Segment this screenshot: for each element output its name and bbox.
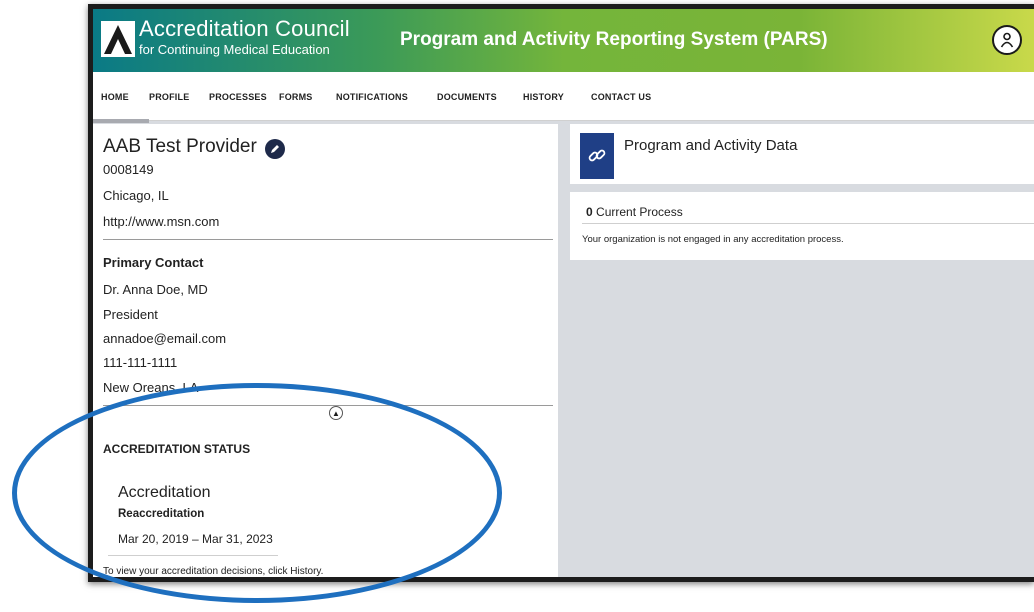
nav-contact-us[interactable]: CONTACT US bbox=[591, 92, 651, 102]
user-menu-button[interactable] bbox=[992, 25, 1022, 55]
org-subtitle: for Continuing Medical Education bbox=[139, 42, 330, 57]
accme-logo-icon bbox=[101, 21, 135, 57]
nav-home[interactable]: HOME bbox=[101, 92, 129, 102]
app-window: Accreditation Council for Continuing Med… bbox=[93, 9, 1034, 577]
nav-profile[interactable]: PROFILE bbox=[149, 92, 189, 102]
process-count: 0 bbox=[586, 205, 593, 219]
process-label-text: Current Process bbox=[596, 205, 683, 219]
history-note: To view your accreditation decisions, cl… bbox=[103, 566, 324, 577]
nav-history[interactable]: HISTORY bbox=[523, 92, 564, 102]
divider bbox=[108, 555, 278, 556]
contact-name: Dr. Anna Doe, MD bbox=[103, 282, 208, 297]
nav-documents[interactable]: DOCUMENTS bbox=[437, 92, 497, 102]
program-activity-title: Program and Activity Data bbox=[624, 137, 798, 154]
current-process-label: 0 Current Process bbox=[586, 205, 683, 219]
nav-forms[interactable]: FORMS bbox=[279, 92, 313, 102]
user-icon bbox=[1000, 32, 1014, 48]
provider-name: AAB Test Provider bbox=[103, 136, 257, 157]
program-activity-card: Program and Activity Data bbox=[570, 124, 1034, 184]
accreditation-status-heading: ACCREDITATION STATUS bbox=[103, 442, 251, 456]
pencil-icon bbox=[271, 145, 279, 153]
app-header: Accreditation Council for Continuing Med… bbox=[93, 9, 1034, 72]
contact-phone: 111-111-1111 bbox=[103, 355, 178, 370]
org-name: Accreditation Council bbox=[139, 16, 350, 41]
contact-email[interactable]: annadoe@email.com bbox=[103, 331, 226, 346]
nav-notifications[interactable]: NOTIFICATIONS bbox=[336, 92, 408, 102]
edit-provider-button[interactable] bbox=[265, 139, 285, 159]
accreditation-subtype: Reaccreditation bbox=[118, 508, 205, 520]
primary-contact-heading: Primary Contact bbox=[103, 255, 204, 270]
divider bbox=[103, 239, 553, 240]
provider-panel: AAB Test Provider 0008149 Chicago, IL ht… bbox=[93, 124, 558, 577]
divider bbox=[103, 405, 553, 406]
provider-id: 0008149 bbox=[103, 162, 154, 177]
screenshot-frame: Accreditation Council for Continuing Med… bbox=[88, 4, 1034, 582]
nav-processes[interactable]: PROCESSES bbox=[209, 92, 267, 102]
accreditation-type: Accreditation bbox=[118, 484, 211, 501]
provider-website[interactable]: http://www.msn.com bbox=[103, 214, 219, 229]
process-message: Your organization is not engaged in any … bbox=[582, 234, 844, 245]
active-tab-indicator bbox=[93, 119, 149, 123]
app-title: Program and Activity Reporting System (P… bbox=[400, 29, 828, 50]
current-process-card: 0 Current Process Your organization is n… bbox=[570, 192, 1034, 260]
program-data-button[interactable] bbox=[580, 133, 614, 179]
accreditation-dates: Mar 20, 2019 – Mar 31, 2023 bbox=[118, 532, 273, 546]
contact-title: President bbox=[103, 307, 158, 322]
contact-city: New Oreans, LA bbox=[103, 380, 199, 395]
link-icon bbox=[588, 149, 606, 162]
divider bbox=[582, 223, 1034, 224]
main-nav: HOME PROFILE PROCESSES FORMS NOTIFICATIO… bbox=[93, 72, 1034, 123]
collapse-button[interactable]: ▲ bbox=[329, 406, 343, 420]
provider-location: Chicago, IL bbox=[103, 188, 169, 203]
chevron-up-icon: ▲ bbox=[332, 408, 340, 418]
